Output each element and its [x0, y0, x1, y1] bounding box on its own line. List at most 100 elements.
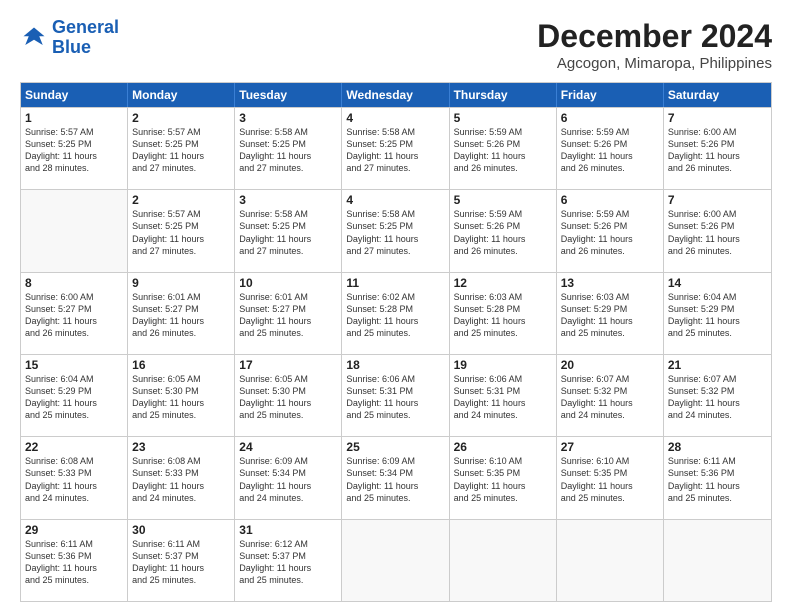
- calendar-cell: 23Sunrise: 6:08 AM Sunset: 5:33 PM Dayli…: [128, 437, 235, 518]
- calendar-cell: 31Sunrise: 6:12 AM Sunset: 5:37 PM Dayli…: [235, 520, 342, 601]
- day-number: 19: [454, 358, 552, 372]
- header-saturday: Saturday: [664, 83, 771, 107]
- day-number: 5: [454, 193, 552, 207]
- calendar-cell: [21, 190, 128, 271]
- day-number: 20: [561, 358, 659, 372]
- calendar-cell: [342, 520, 449, 601]
- calendar-cell: 1Sunrise: 5:57 AM Sunset: 5:25 PM Daylig…: [21, 108, 128, 189]
- header-thursday: Thursday: [450, 83, 557, 107]
- calendar-cell: 11Sunrise: 6:02 AM Sunset: 5:28 PM Dayli…: [342, 273, 449, 354]
- calendar-row: 22Sunrise: 6:08 AM Sunset: 5:33 PM Dayli…: [21, 436, 771, 518]
- calendar-cell: 4Sunrise: 5:58 AM Sunset: 5:25 PM Daylig…: [342, 108, 449, 189]
- calendar-cell: 28Sunrise: 6:11 AM Sunset: 5:36 PM Dayli…: [664, 437, 771, 518]
- day-details: Sunrise: 6:06 AM Sunset: 5:31 PM Dayligh…: [454, 373, 552, 422]
- day-number: 12: [454, 276, 552, 290]
- logo-icon: [20, 24, 48, 52]
- day-details: Sunrise: 6:11 AM Sunset: 5:36 PM Dayligh…: [668, 455, 767, 504]
- calendar-header: Sunday Monday Tuesday Wednesday Thursday…: [21, 83, 771, 107]
- calendar-cell: 21Sunrise: 6:07 AM Sunset: 5:32 PM Dayli…: [664, 355, 771, 436]
- calendar-cell: [557, 520, 664, 601]
- day-details: Sunrise: 6:06 AM Sunset: 5:31 PM Dayligh…: [346, 373, 444, 422]
- day-details: Sunrise: 6:08 AM Sunset: 5:33 PM Dayligh…: [25, 455, 123, 504]
- day-details: Sunrise: 6:07 AM Sunset: 5:32 PM Dayligh…: [668, 373, 767, 422]
- day-number: 17: [239, 358, 337, 372]
- day-number: 3: [239, 193, 337, 207]
- day-number: 2: [132, 111, 230, 125]
- calendar-cell: [450, 520, 557, 601]
- calendar-cell: 19Sunrise: 6:06 AM Sunset: 5:31 PM Dayli…: [450, 355, 557, 436]
- calendar-cell: 25Sunrise: 6:09 AM Sunset: 5:34 PM Dayli…: [342, 437, 449, 518]
- calendar-cell: 29Sunrise: 6:11 AM Sunset: 5:36 PM Dayli…: [21, 520, 128, 601]
- day-number: 13: [561, 276, 659, 290]
- logo: General Blue: [20, 18, 119, 58]
- calendar-cell: 7Sunrise: 6:00 AM Sunset: 5:26 PM Daylig…: [664, 108, 771, 189]
- calendar-cell: 6Sunrise: 5:59 AM Sunset: 5:26 PM Daylig…: [557, 108, 664, 189]
- day-details: Sunrise: 6:00 AM Sunset: 5:26 PM Dayligh…: [668, 126, 767, 175]
- calendar-row: 1Sunrise: 5:57 AM Sunset: 5:25 PM Daylig…: [21, 107, 771, 189]
- calendar-cell: 8Sunrise: 6:00 AM Sunset: 5:27 PM Daylig…: [21, 273, 128, 354]
- calendar-cell: 15Sunrise: 6:04 AM Sunset: 5:29 PM Dayli…: [21, 355, 128, 436]
- day-number: 9: [132, 276, 230, 290]
- day-details: Sunrise: 6:00 AM Sunset: 5:27 PM Dayligh…: [25, 291, 123, 340]
- day-number: 1: [25, 111, 123, 125]
- day-details: Sunrise: 6:05 AM Sunset: 5:30 PM Dayligh…: [132, 373, 230, 422]
- calendar-cell: 27Sunrise: 6:10 AM Sunset: 5:35 PM Dayli…: [557, 437, 664, 518]
- header-tuesday: Tuesday: [235, 83, 342, 107]
- day-details: Sunrise: 6:09 AM Sunset: 5:34 PM Dayligh…: [346, 455, 444, 504]
- day-details: Sunrise: 5:58 AM Sunset: 5:25 PM Dayligh…: [239, 208, 337, 257]
- calendar-cell: 16Sunrise: 6:05 AM Sunset: 5:30 PM Dayli…: [128, 355, 235, 436]
- day-number: 25: [346, 440, 444, 454]
- day-details: Sunrise: 6:03 AM Sunset: 5:28 PM Dayligh…: [454, 291, 552, 340]
- day-details: Sunrise: 5:57 AM Sunset: 5:25 PM Dayligh…: [25, 126, 123, 175]
- day-details: Sunrise: 6:05 AM Sunset: 5:30 PM Dayligh…: [239, 373, 337, 422]
- day-details: Sunrise: 5:59 AM Sunset: 5:26 PM Dayligh…: [561, 126, 659, 175]
- day-number: 18: [346, 358, 444, 372]
- header-sunday: Sunday: [21, 83, 128, 107]
- header-wednesday: Wednesday: [342, 83, 449, 107]
- calendar-cell: 18Sunrise: 6:06 AM Sunset: 5:31 PM Dayli…: [342, 355, 449, 436]
- day-details: Sunrise: 6:11 AM Sunset: 5:36 PM Dayligh…: [25, 538, 123, 587]
- day-details: Sunrise: 6:09 AM Sunset: 5:34 PM Dayligh…: [239, 455, 337, 504]
- day-number: 21: [668, 358, 767, 372]
- day-number: 30: [132, 523, 230, 537]
- header-friday: Friday: [557, 83, 664, 107]
- day-number: 24: [239, 440, 337, 454]
- calendar-cell: 20Sunrise: 6:07 AM Sunset: 5:32 PM Dayli…: [557, 355, 664, 436]
- calendar-cell: 2Sunrise: 5:57 AM Sunset: 5:25 PM Daylig…: [128, 190, 235, 271]
- calendar-cell: 26Sunrise: 6:10 AM Sunset: 5:35 PM Dayli…: [450, 437, 557, 518]
- day-details: Sunrise: 6:08 AM Sunset: 5:33 PM Dayligh…: [132, 455, 230, 504]
- calendar-cell: 3Sunrise: 5:58 AM Sunset: 5:25 PM Daylig…: [235, 108, 342, 189]
- day-number: 6: [561, 193, 659, 207]
- day-details: Sunrise: 6:10 AM Sunset: 5:35 PM Dayligh…: [454, 455, 552, 504]
- calendar-cell: 24Sunrise: 6:09 AM Sunset: 5:34 PM Dayli…: [235, 437, 342, 518]
- calendar-cell: 5Sunrise: 5:59 AM Sunset: 5:26 PM Daylig…: [450, 190, 557, 271]
- calendar-cell: 2Sunrise: 5:57 AM Sunset: 5:25 PM Daylig…: [128, 108, 235, 189]
- day-number: 7: [668, 193, 767, 207]
- calendar-cell: 6Sunrise: 5:59 AM Sunset: 5:26 PM Daylig…: [557, 190, 664, 271]
- calendar-cell: 5Sunrise: 5:59 AM Sunset: 5:26 PM Daylig…: [450, 108, 557, 189]
- day-number: 4: [346, 111, 444, 125]
- calendar-cell: [664, 520, 771, 601]
- day-number: 2: [132, 193, 230, 207]
- day-number: 28: [668, 440, 767, 454]
- calendar-cell: 7Sunrise: 6:00 AM Sunset: 5:26 PM Daylig…: [664, 190, 771, 271]
- calendar-row: 8Sunrise: 6:00 AM Sunset: 5:27 PM Daylig…: [21, 272, 771, 354]
- day-details: Sunrise: 6:04 AM Sunset: 5:29 PM Dayligh…: [25, 373, 123, 422]
- day-number: 16: [132, 358, 230, 372]
- calendar-row: 15Sunrise: 6:04 AM Sunset: 5:29 PM Dayli…: [21, 354, 771, 436]
- day-number: 26: [454, 440, 552, 454]
- calendar-body: 1Sunrise: 5:57 AM Sunset: 5:25 PM Daylig…: [21, 107, 771, 601]
- day-number: 11: [346, 276, 444, 290]
- day-details: Sunrise: 5:58 AM Sunset: 5:25 PM Dayligh…: [346, 126, 444, 175]
- day-details: Sunrise: 6:02 AM Sunset: 5:28 PM Dayligh…: [346, 291, 444, 340]
- day-details: Sunrise: 6:10 AM Sunset: 5:35 PM Dayligh…: [561, 455, 659, 504]
- day-details: Sunrise: 5:59 AM Sunset: 5:26 PM Dayligh…: [454, 126, 552, 175]
- header: General Blue December 2024 Agcogon, Mima…: [20, 18, 772, 72]
- day-number: 3: [239, 111, 337, 125]
- day-details: Sunrise: 5:59 AM Sunset: 5:26 PM Dayligh…: [454, 208, 552, 257]
- day-details: Sunrise: 5:59 AM Sunset: 5:26 PM Dayligh…: [561, 208, 659, 257]
- day-details: Sunrise: 6:01 AM Sunset: 5:27 PM Dayligh…: [239, 291, 337, 340]
- day-number: 23: [132, 440, 230, 454]
- day-details: Sunrise: 6:07 AM Sunset: 5:32 PM Dayligh…: [561, 373, 659, 422]
- day-details: Sunrise: 6:04 AM Sunset: 5:29 PM Dayligh…: [668, 291, 767, 340]
